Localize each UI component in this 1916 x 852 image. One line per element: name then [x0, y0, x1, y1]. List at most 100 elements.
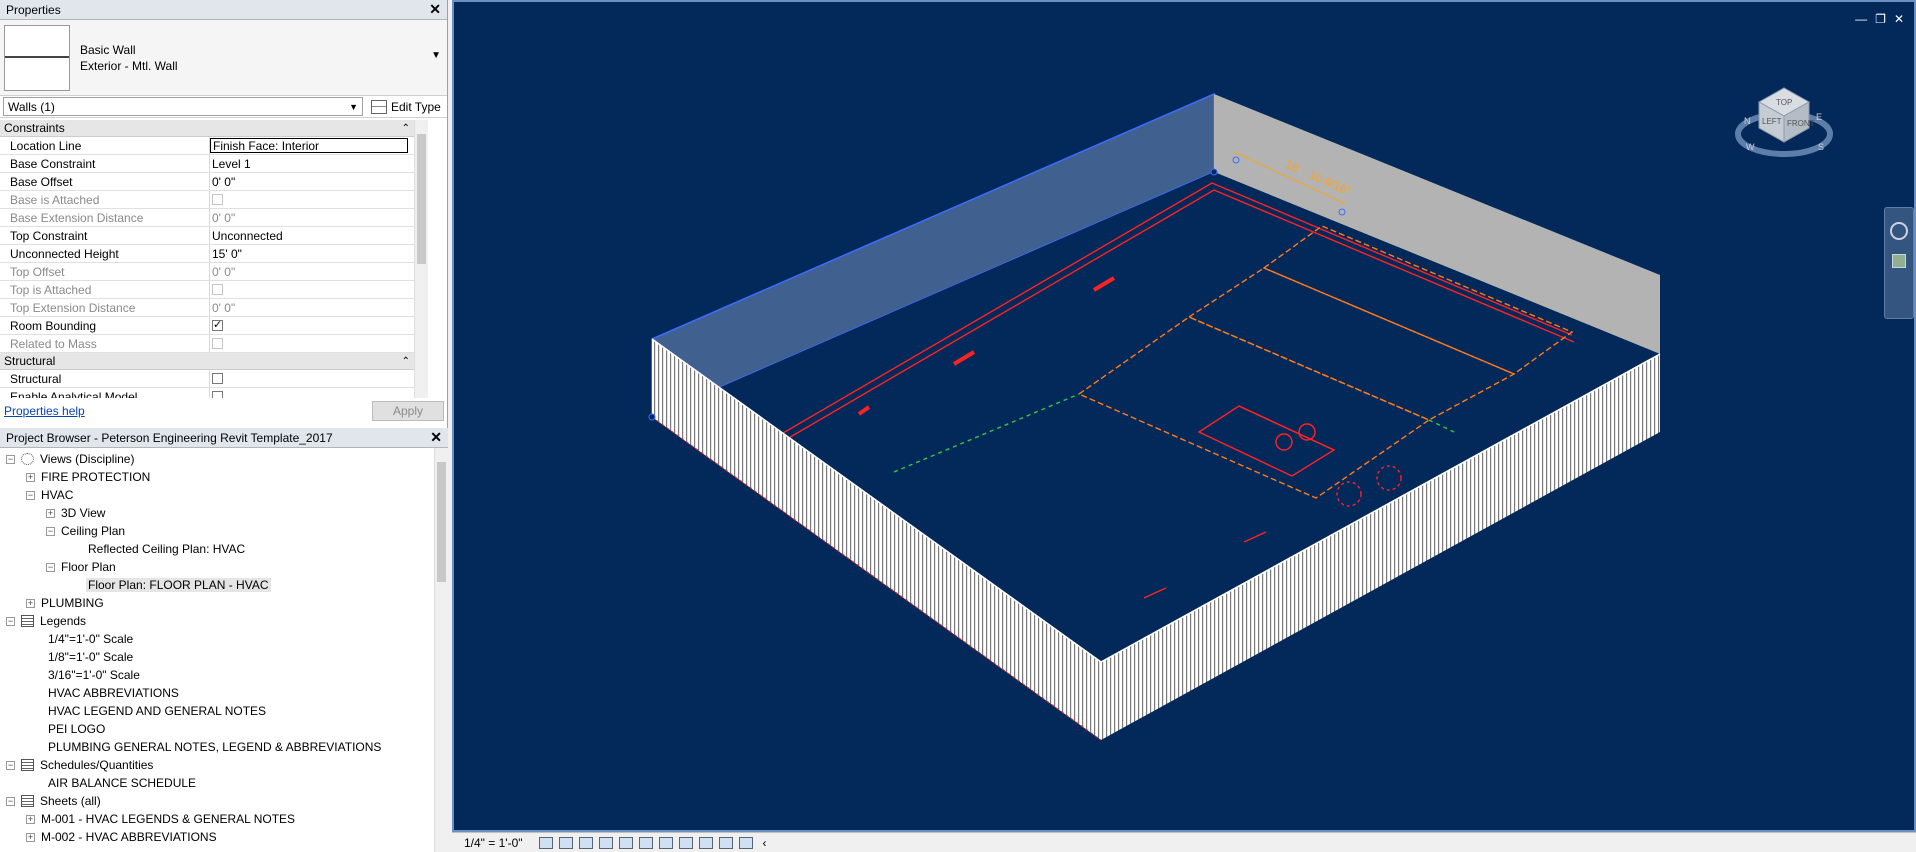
- tree-node[interactable]: + PLUMBING: [0, 594, 432, 612]
- structural-checkbox[interactable]: [212, 373, 223, 384]
- restore-icon[interactable]: ❐: [1875, 12, 1886, 26]
- tree-node-views[interactable]: − Views (Discipline): [0, 450, 432, 468]
- collapse-toggle[interactable]: −: [6, 454, 15, 464]
- visual-style-icon[interactable]: [558, 836, 573, 849]
- tree-node[interactable]: AIR BALANCE SCHEDULE: [0, 774, 432, 792]
- chevron-left-icon[interactable]: ‹: [763, 836, 767, 850]
- prop-row[interactable]: Location Line Finish Face: Interior: [0, 137, 414, 155]
- collapse-toggle[interactable]: −: [46, 526, 55, 536]
- prop-row[interactable]: Base Constraint Level 1: [0, 155, 414, 173]
- detail-level-icon[interactable]: [538, 836, 553, 849]
- tree-node[interactable]: 1/8"=1'-0" Scale: [0, 648, 432, 666]
- expand-toggle[interactable]: +: [26, 472, 35, 482]
- view-scale[interactable]: 1/4" = 1'-0": [464, 836, 523, 850]
- tree-node[interactable]: PLUMBING GENERAL NOTES, LEGEND & ABBREVI…: [0, 738, 432, 756]
- tree-node[interactable]: HVAC LEGEND AND GENERAL NOTES: [0, 702, 432, 720]
- model-canvas[interactable]: 18' - 10 9/16" TOP LEFT FRONT N E S W: [454, 2, 1914, 830]
- grip-handle[interactable]: [648, 413, 656, 421]
- close-icon[interactable]: ✕: [429, 1, 441, 18]
- navigation-bar[interactable]: [1884, 207, 1914, 319]
- close-icon[interactable]: ✕: [1894, 12, 1904, 26]
- reveal-hidden-icon[interactable]: [718, 836, 733, 849]
- location-line-field[interactable]: Finish Face: Interior: [210, 138, 408, 153]
- collapse-icon[interactable]: ⌃: [402, 123, 410, 134]
- tree-node-selected[interactable]: Floor Plan: FLOOR PLAN - HVAC: [0, 576, 432, 594]
- project-browser-title-bar: Project Browser - Peterson Engineering R…: [0, 428, 448, 448]
- lock-3d-view-icon[interactable]: [678, 836, 693, 849]
- group-constraints[interactable]: Constraints ⌃: [0, 120, 414, 137]
- shadows-icon[interactable]: [598, 836, 613, 849]
- prop-row[interactable]: Enable Analytical Model: [0, 388, 414, 398]
- tree-node[interactable]: − HVAC: [0, 486, 432, 504]
- tree-node[interactable]: 3/16"=1'-0" Scale: [0, 666, 432, 684]
- collapse-toggle[interactable]: −: [6, 760, 15, 770]
- show-crop-icon[interactable]: [658, 836, 673, 849]
- type-selector[interactable]: Basic Wall Exterior - Mtl. Wall ▼: [0, 20, 447, 96]
- prop-row[interactable]: Room Bounding: [0, 317, 414, 335]
- steering-wheel-icon[interactable]: [1890, 222, 1908, 240]
- instance-filter-dropdown[interactable]: Walls (1) ▼: [3, 97, 363, 116]
- tree-node[interactable]: + M-001 - HVAC LEGENDS & GENERAL NOTES: [0, 810, 432, 828]
- grip-handle[interactable]: [1210, 168, 1218, 176]
- prop-row: Top Offset 0' 0": [0, 263, 414, 281]
- tree-node[interactable]: − Ceiling Plan: [0, 522, 432, 540]
- project-browser: Project Browser - Peterson Engineering R…: [0, 428, 448, 852]
- type-name: Exterior - Mtl. Wall: [80, 58, 178, 73]
- zoom-icon[interactable]: [1892, 254, 1906, 268]
- collapse-icon[interactable]: ⌃: [402, 356, 410, 367]
- scroll-thumb[interactable]: [437, 462, 446, 582]
- close-icon[interactable]: ✕: [430, 429, 442, 446]
- expand-toggle[interactable]: +: [26, 814, 35, 824]
- prop-row[interactable]: Top Constraint Unconnected: [0, 227, 414, 245]
- group-structural[interactable]: Structural ⌃: [0, 353, 414, 370]
- properties-title: Properties: [6, 2, 61, 17]
- room-bounding-checkbox[interactable]: [212, 318, 223, 331]
- edit-type-button[interactable]: Edit Type: [371, 99, 441, 114]
- tree-node[interactable]: HVAC ABBREVIATIONS: [0, 684, 432, 702]
- 3d-viewport[interactable]: 18' - 10 9/16" TOP LEFT FRONT N E S W — …: [452, 0, 1916, 832]
- tree-node[interactable]: − Floor Plan: [0, 558, 432, 576]
- tree-node[interactable]: + M-002 - HVAC ABBREVIATIONS: [0, 828, 432, 846]
- prop-row[interactable]: Unconnected Height 15' 0": [0, 245, 414, 263]
- properties-grid: Constraints ⌃ Location Line Finish Face: …: [0, 120, 428, 398]
- collapse-toggle[interactable]: −: [46, 562, 55, 572]
- views-icon: [21, 453, 34, 465]
- expand-toggle[interactable]: +: [26, 832, 35, 842]
- tree-node-schedules[interactable]: − Schedules/Quantities: [0, 756, 432, 774]
- temporary-hide-icon[interactable]: [698, 836, 713, 849]
- tree-node[interactable]: PEI LOGO: [0, 720, 432, 738]
- chevron-down-icon[interactable]: ▼: [431, 50, 441, 61]
- prop-row[interactable]: Base Offset 0' 0": [0, 173, 414, 191]
- tree-node-sheets[interactable]: − Sheets (all): [0, 792, 432, 810]
- render-icon[interactable]: [618, 836, 633, 849]
- browser-tree: − Views (Discipline) + FIRE PROTECTION − HV…: [0, 448, 432, 852]
- sun-path-icon[interactable]: [578, 836, 593, 849]
- tree-node[interactable]: +3D View: [0, 504, 432, 522]
- browser-scrollbar[interactable]: [434, 448, 448, 852]
- tree-node-legends[interactable]: − Legends: [0, 612, 432, 630]
- prop-row[interactable]: Structural: [0, 370, 414, 388]
- collapse-toggle[interactable]: −: [26, 490, 35, 500]
- svg-text:W: W: [1746, 142, 1755, 152]
- minimize-icon[interactable]: —: [1855, 12, 1867, 26]
- crop-view-icon[interactable]: [638, 836, 653, 849]
- tree-node[interactable]: Reflected Ceiling Plan: HVAC: [0, 540, 432, 558]
- expand-toggle[interactable]: +: [26, 598, 35, 608]
- analytical-model-icon[interactable]: [738, 836, 753, 849]
- tree-node[interactable]: + FIRE PROTECTION: [0, 468, 432, 486]
- analytical-checkbox[interactable]: [212, 391, 223, 398]
- properties-help-link[interactable]: Properties help: [4, 404, 85, 418]
- apply-button[interactable]: Apply: [372, 401, 444, 421]
- tree-node[interactable]: 1/4"=1'-0" Scale: [0, 630, 432, 648]
- svg-text:LEFT: LEFT: [1762, 117, 1782, 126]
- expand-toggle[interactable]: +: [46, 508, 55, 518]
- view-cube[interactable]: TOP LEFT FRONT N E S W: [1735, 87, 1833, 157]
- checkbox: [212, 338, 223, 349]
- prop-row: Top is Attached: [0, 281, 414, 299]
- scroll-thumb[interactable]: [417, 134, 426, 264]
- collapse-toggle[interactable]: −: [6, 796, 15, 806]
- collapse-toggle[interactable]: −: [6, 616, 15, 626]
- checkbox: [212, 194, 223, 205]
- view-window-controls: — ❐ ✕: [1855, 12, 1904, 26]
- properties-scrollbar[interactable]: [414, 120, 428, 398]
